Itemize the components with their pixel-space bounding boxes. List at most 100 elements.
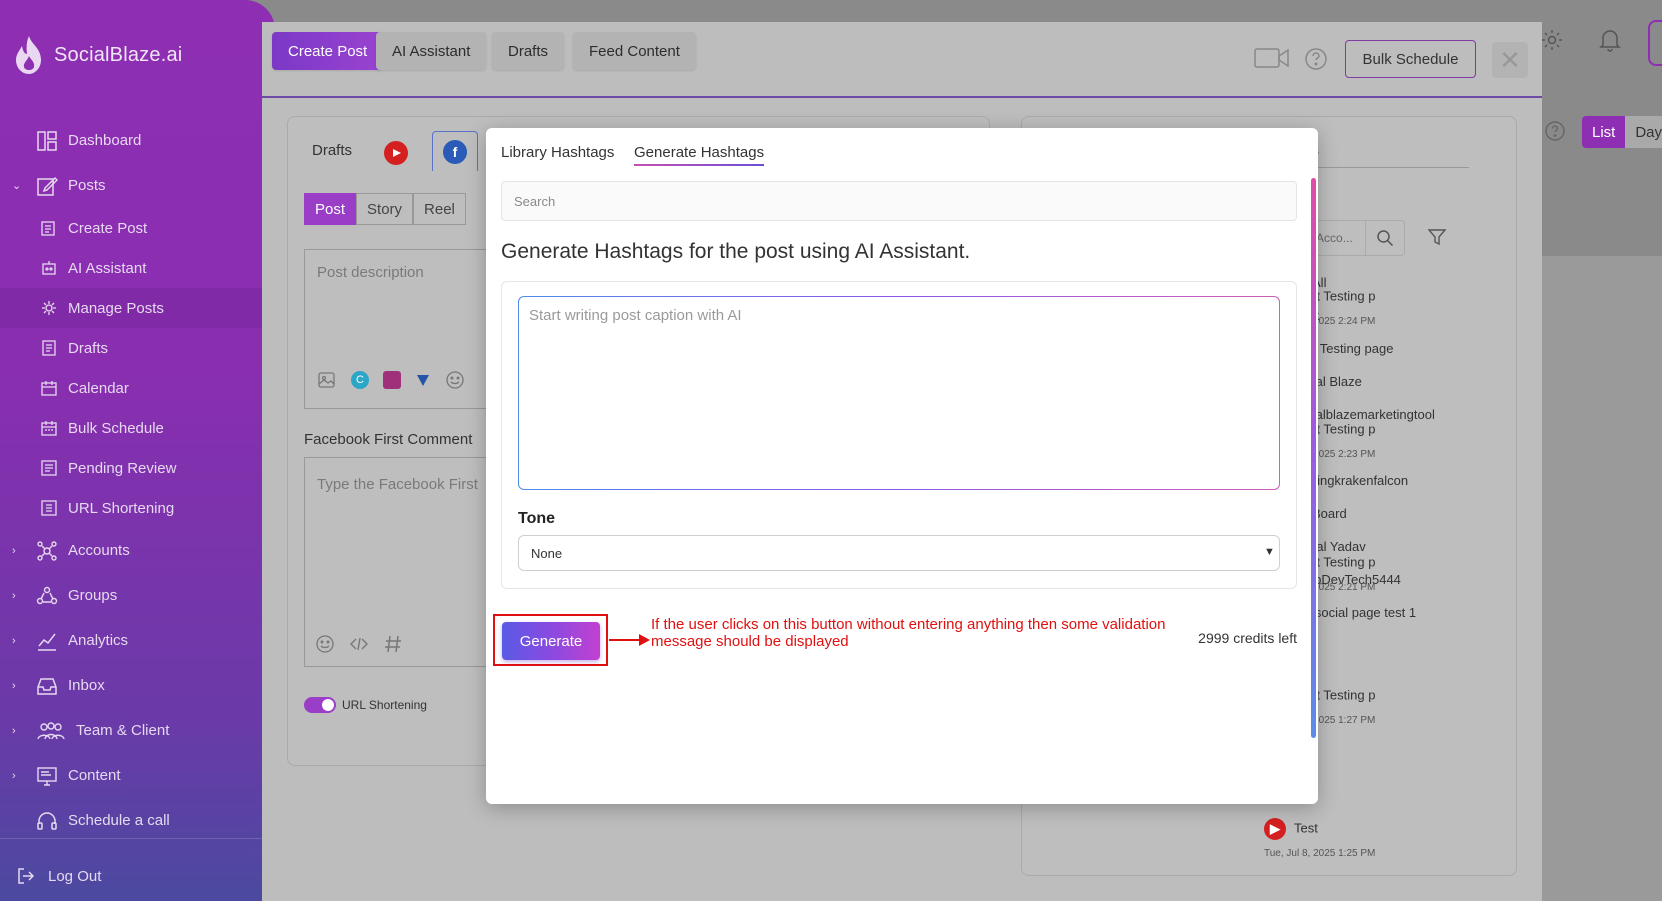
facebook-account-tab[interactable]: f [432, 131, 478, 171]
help-icon[interactable] [1304, 47, 1328, 71]
composer-toolbar: C [317, 370, 465, 390]
credits-left: 2999 credits left [1198, 630, 1297, 646]
sidebar-item-pending-review[interactable]: Pending Review [0, 448, 275, 488]
tab-library-hashtags[interactable]: Library Hashtags [501, 144, 614, 161]
robot-icon [40, 259, 58, 277]
chevron-right-icon: › [12, 589, 16, 602]
calendar-icon [40, 379, 58, 397]
youtube-icon[interactable] [384, 141, 408, 165]
first-comment-box[interactable]: Type the Facebook First [304, 457, 494, 667]
hashtag-icon[interactable] [383, 634, 403, 654]
drafts-label: Drafts [312, 142, 353, 159]
settings-gear-icon[interactable] [1540, 28, 1564, 52]
comment-toolbar [315, 634, 403, 654]
sidebar-item-label: Pending Review [68, 459, 177, 477]
chevron-right-icon: › [12, 724, 16, 737]
modal-scrollbar[interactable] [1311, 178, 1316, 738]
dashboard-icon [36, 130, 58, 152]
tab-feed-content[interactable]: Feed Content [573, 32, 696, 70]
video-camera-icon[interactable] [1254, 46, 1290, 70]
tone-select[interactable]: None [518, 535, 1280, 571]
generate-button[interactable]: Generate [502, 622, 600, 660]
canva-icon[interactable]: C [351, 371, 369, 389]
sidebar-item-bulk-schedule[interactable]: Bulk Schedule [0, 408, 275, 448]
feed-item[interactable]: ▶ Test Tue, Jul 8, 2025 1:25 PM [1264, 818, 1375, 859]
sidebar-divider [0, 838, 262, 839]
sidebar-item-url-shortening[interactable]: URL Shortening [0, 488, 275, 528]
view-day[interactable]: Day [1625, 116, 1662, 148]
post-type-post[interactable]: Post [304, 193, 357, 225]
chevron-down-icon: ⌄ [12, 180, 22, 192]
url-shortening-toggle[interactable] [304, 697, 336, 713]
sidebar-item-manage-posts[interactable]: Manage Posts [0, 288, 275, 328]
code-icon[interactable] [349, 634, 369, 654]
feed-item-title: Test [1294, 820, 1318, 836]
sidebar-item-label: Posts [68, 177, 106, 194]
network-icon [36, 540, 58, 562]
post-type-story[interactable]: Story [356, 193, 414, 225]
sidebar-item-groups[interactable]: › Groups [0, 573, 275, 618]
sidebar-item-label: Calendar [68, 379, 129, 397]
hashtag-search-input[interactable] [501, 181, 1297, 221]
view-toggle: List Day [1582, 116, 1662, 148]
annotation-text: If the user clicks on this button withou… [651, 616, 1166, 650]
tab-generate-hashtags[interactable]: Generate Hashtags [634, 144, 765, 166]
bell-icon[interactable] [1598, 27, 1622, 53]
logout-icon [18, 868, 35, 884]
url-shortening-row: URL Shortening [304, 697, 427, 713]
filter-icon[interactable] [1427, 227, 1447, 247]
link-icon [40, 499, 58, 517]
avatar[interactable] [1648, 20, 1662, 66]
brand[interactable]: SocialBlaze.ai [12, 34, 182, 76]
drafts-icon [40, 339, 58, 357]
sidebar-item-calendar[interactable]: Calendar [0, 368, 275, 408]
sidebar-item-drafts[interactable]: Drafts [0, 328, 275, 368]
annotation-arrow-icon [609, 634, 650, 646]
flame-logo-icon [16, 36, 41, 74]
sidebar-item-posts[interactable]: ⌄ Posts [0, 163, 275, 208]
sidebar-item-create-post[interactable]: Create Post [0, 208, 275, 248]
emoji-icon[interactable] [445, 370, 465, 390]
sidebar-item-content[interactable]: › Content [0, 753, 275, 798]
facebook-icon: f [443, 139, 467, 164]
search-icon [1377, 230, 1394, 247]
sidebar-item-label: Groups [68, 587, 118, 604]
emoji-icon[interactable] [315, 634, 335, 654]
image-add-icon[interactable] [317, 370, 337, 390]
sidebar-item-accounts[interactable]: › Accounts [0, 528, 275, 573]
sidebar-item-team-client[interactable]: › Team & Client [0, 708, 275, 753]
chevron-right-icon: › [12, 634, 16, 647]
tab-create-post[interactable]: Create Post [272, 32, 384, 70]
bulk-schedule-button[interactable]: Bulk Schedule [1345, 40, 1476, 78]
vista-icon[interactable] [415, 372, 431, 388]
sidebar-item-schedule-call[interactable]: Schedule a call [0, 798, 275, 843]
photo-editor-icon[interactable] [383, 371, 401, 389]
sidebar-item-ai-assistant[interactable]: AI Assistant [0, 248, 275, 288]
sidebar-item-label: Content [68, 767, 121, 784]
analytics-icon [36, 630, 58, 652]
close-panel-button[interactable]: ✕ [1492, 42, 1528, 78]
logout-button[interactable]: Log Out [16, 866, 101, 886]
edit-icon [36, 175, 58, 197]
sidebar-item-dashboard[interactable]: Dashboard [0, 118, 275, 163]
sidebar-item-label: Analytics [68, 632, 129, 649]
sidebar-item-label: Team & Client [76, 722, 170, 739]
sidebar-item-label: Dashboard [68, 132, 142, 149]
view-list[interactable]: List [1582, 116, 1626, 148]
chevron-right-icon: › [12, 679, 16, 692]
close-icon: ✕ [1499, 44, 1521, 75]
help-icon[interactable] [1544, 120, 1566, 142]
sidebar-item-label: Inbox [68, 677, 105, 694]
caption-input[interactable] [518, 296, 1280, 490]
post-description-placeholder: Post description [317, 264, 424, 281]
sidebar-item-label: Accounts [68, 542, 130, 559]
tab-ai-assistant[interactable]: AI Assistant [376, 32, 487, 70]
account-search-button[interactable] [1365, 220, 1405, 256]
sidebar-item-analytics[interactable]: › Analytics [0, 618, 275, 663]
feed-column [1542, 256, 1662, 901]
tab-drafts[interactable]: Drafts [492, 32, 565, 70]
sidebar-item-inbox[interactable]: › Inbox [0, 663, 275, 708]
post-description-box[interactable]: Post description C [304, 249, 494, 409]
inbox-icon [36, 675, 58, 697]
post-type-reel[interactable]: Reel [413, 193, 466, 225]
